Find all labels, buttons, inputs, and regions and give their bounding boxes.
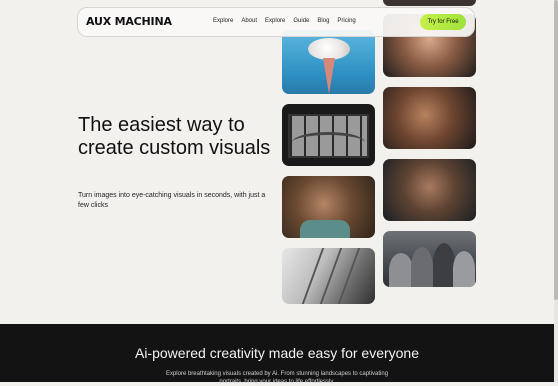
scrollbar-thumb[interactable] (554, 0, 558, 300)
man-blue-eyes-image (383, 159, 476, 221)
bridge-arch (292, 132, 365, 153)
cone-shape (323, 58, 335, 94)
arch-line (337, 248, 361, 304)
arch-line (301, 248, 325, 304)
nav-link-blog[interactable]: Blog (317, 18, 329, 24)
nav-link-explore[interactable]: Explore (213, 18, 233, 24)
man-portrait-image (282, 176, 375, 238)
logo[interactable]: AUX MACHINA (86, 15, 172, 28)
bridge-window-image (282, 104, 375, 166)
section-title: Ai-powered creativity made easy for ever… (134, 345, 420, 361)
try-for-free-button[interactable]: Try for Free (420, 14, 466, 30)
hero-subtitle: Turn images into eye-catching visuals in… (78, 192, 266, 209)
person-shape (411, 247, 433, 287)
hero-title: The easiest way to create custom visuals (78, 114, 271, 159)
person-shape (433, 243, 455, 287)
nav-links: Explore About Explore Guide Blog Pricing (213, 18, 356, 24)
crowd-phone-image (383, 231, 476, 287)
nav-link-about[interactable]: About (241, 18, 257, 24)
section-text: Explore breathtaking visuals created by … (165, 371, 389, 385)
nav-link-guide[interactable]: Guide (293, 18, 309, 24)
shirt-shape (300, 220, 350, 238)
cloud-cone-image (282, 30, 375, 94)
person-shape (389, 253, 413, 287)
person-shape (453, 251, 475, 287)
nav-link-pricing[interactable]: Pricing (337, 18, 355, 24)
cloud-shape (308, 38, 350, 60)
nav-link-explore-2[interactable]: Explore (265, 18, 285, 24)
partial-image-top (383, 0, 476, 6)
arch-line (319, 248, 343, 304)
elder-portrait-image (383, 87, 476, 149)
architecture-image (282, 248, 375, 304)
top-navbar: AUX MACHINA Explore About Explore Guide … (77, 7, 475, 37)
features-section: Ai-powered creativity made easy for ever… (0, 324, 554, 385)
